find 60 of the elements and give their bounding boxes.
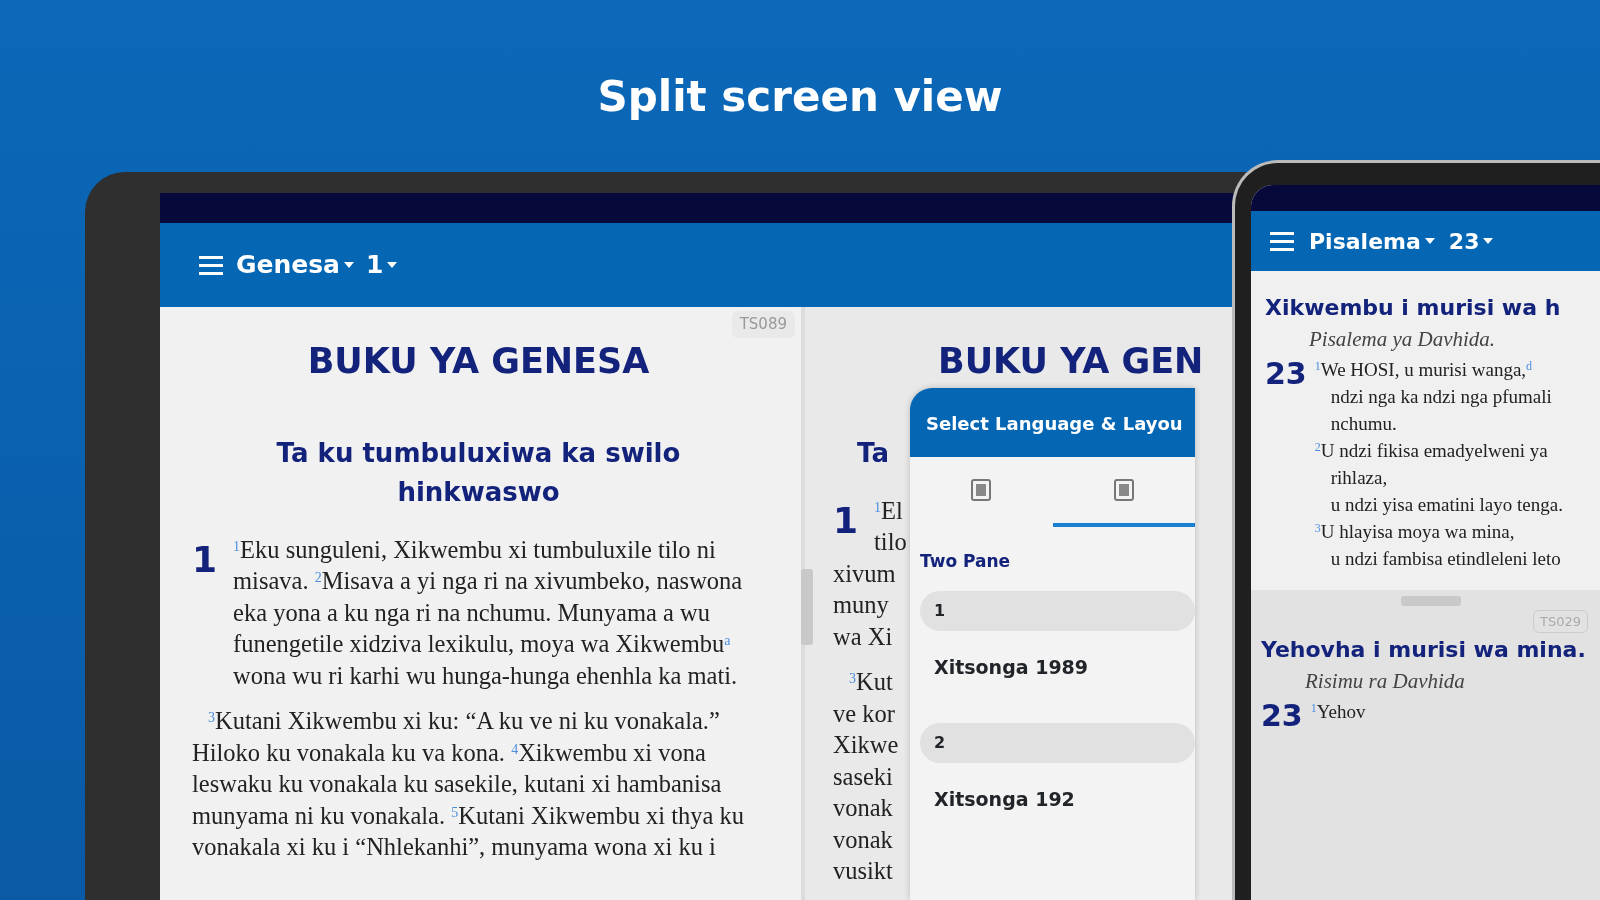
verse-line: $^{3}$Kut xyxy=(848,667,893,697)
section-label: Two Pane xyxy=(919,550,1012,573)
headline: Split screen view xyxy=(597,72,1003,123)
verse-line: vusikt xyxy=(833,856,893,886)
verse-line: $^{1}$El xyxy=(874,495,904,526)
verse-line: vonak xyxy=(833,793,893,823)
dropdown-button[interactable]: 23 xyxy=(1448,224,1494,258)
chapter-number: 1 xyxy=(192,539,218,582)
verse-line: saseki xyxy=(833,761,893,792)
verse-line: xivum xyxy=(833,558,896,589)
verse-line: $^{2}$U ndzi fikisa emadyelweni ya xyxy=(1314,438,1548,463)
language-option[interactable]: Xitsonga 192 xyxy=(910,763,1099,842)
verse-line: $^{1}$Yehov xyxy=(1310,699,1366,724)
verse-line: wa Xi xyxy=(833,621,893,652)
menu-button[interactable] xyxy=(198,253,224,277)
dropdown-button[interactable]: 1 xyxy=(366,246,398,284)
pane-number: 1 xyxy=(920,590,1195,631)
verse-line: muny xyxy=(833,590,889,620)
verse-line: vonak xyxy=(833,824,893,855)
pane-resize-handle[interactable] xyxy=(801,569,813,645)
pane-number: 2 xyxy=(920,723,1195,763)
psalm-subtitle: Pisalema ya Davhida. xyxy=(1308,326,1496,353)
menu-icon xyxy=(198,253,224,277)
split-view-icon xyxy=(1113,479,1134,501)
verse-line: u ndzi yisa ematini layo tenga. xyxy=(1329,492,1563,517)
caret-icon xyxy=(387,262,398,268)
chapter-number: 23 xyxy=(1265,355,1307,393)
verse-line: $^{1}$We HOSI, u murisi wanga,$^{d}$ xyxy=(1314,357,1533,382)
verse-line: nchumu. xyxy=(1329,411,1397,436)
split-view-icon xyxy=(971,479,992,501)
book-title: BUKU YA GEN xyxy=(937,340,1204,383)
dropdown-button[interactable]: Pisalema xyxy=(1309,224,1435,258)
verse-line: $^{3}$U hlayisa moya wa mina, xyxy=(1314,519,1515,544)
verse-paragraph: $^{3}$Kutani Xikwembu xi ku: “A ku ve ni ku vonakala.” Hiloko ku vonakala ku va kona. $^{4}$Xikwembu xi vona leswaku ku vonakala ku sasekile, kutani xi hambanisa munyama ni ku vonakala. $^{5}$Kutani Xikwembu xi thya ku vonakala xi ku i “Nhlekanhi”, munyama wona xi ku i xyxy=(192,706,746,862)
menu-button[interactable] xyxy=(1269,229,1295,253)
caret-icon xyxy=(1483,238,1494,244)
verse-line: tilo xyxy=(874,527,907,557)
dropdown-button[interactable]: Genesa xyxy=(236,246,354,284)
caret-icon xyxy=(344,262,354,268)
language-option[interactable]: Xitsonga 1989 xyxy=(910,630,1113,709)
verse-line: Xikwe xyxy=(833,730,899,760)
chapter-number: 1 xyxy=(833,500,859,543)
chapter-number: 23 xyxy=(1261,697,1303,734)
version-badge: TS089 xyxy=(731,311,795,338)
psalm-title: Yehovha i murisi wa mina. xyxy=(1261,636,1586,664)
verse-paragraph: $^{1}$Eku sunguleni, Xikwembu xi tumbuluxile tilo ni misava. $^{2}$Misava a yi nga ri na xivumbeko, naswona eka yona a ku nga ri na nchumu. Munyama a wu funengetile xidziva lexikulu, moya wa Xikwembu$^{a}$ wona wu ri karhi wu hunga-hunga ehenhla ka mati. xyxy=(233,534,744,691)
book-title: BUKU YA GENESA xyxy=(306,340,651,383)
psalm-subtitle: Risimu ra Davhida xyxy=(1304,668,1465,695)
psalm-title: Xikwembu i murisi wa h xyxy=(1265,294,1561,322)
version-badge: TS029 xyxy=(1533,609,1588,633)
verse-line: u ndzi fambisa etindleleni leto xyxy=(1329,546,1561,571)
section-heading: Ta xyxy=(856,436,889,470)
caret-icon xyxy=(1424,238,1435,244)
menu-icon xyxy=(1269,229,1295,253)
pane-resize-handle[interactable] xyxy=(1400,595,1461,606)
verse-line: ndzi nga ka ndzi nga pfumali xyxy=(1329,384,1552,409)
section-heading: Ta ku tumbuluxiwa ka swilo hinkwaswo xyxy=(275,436,682,509)
verse-line: rihlaza, xyxy=(1329,465,1388,490)
verse-line: ve kor xyxy=(833,698,895,729)
dialog-title: Select Language & Layou xyxy=(910,388,1195,457)
